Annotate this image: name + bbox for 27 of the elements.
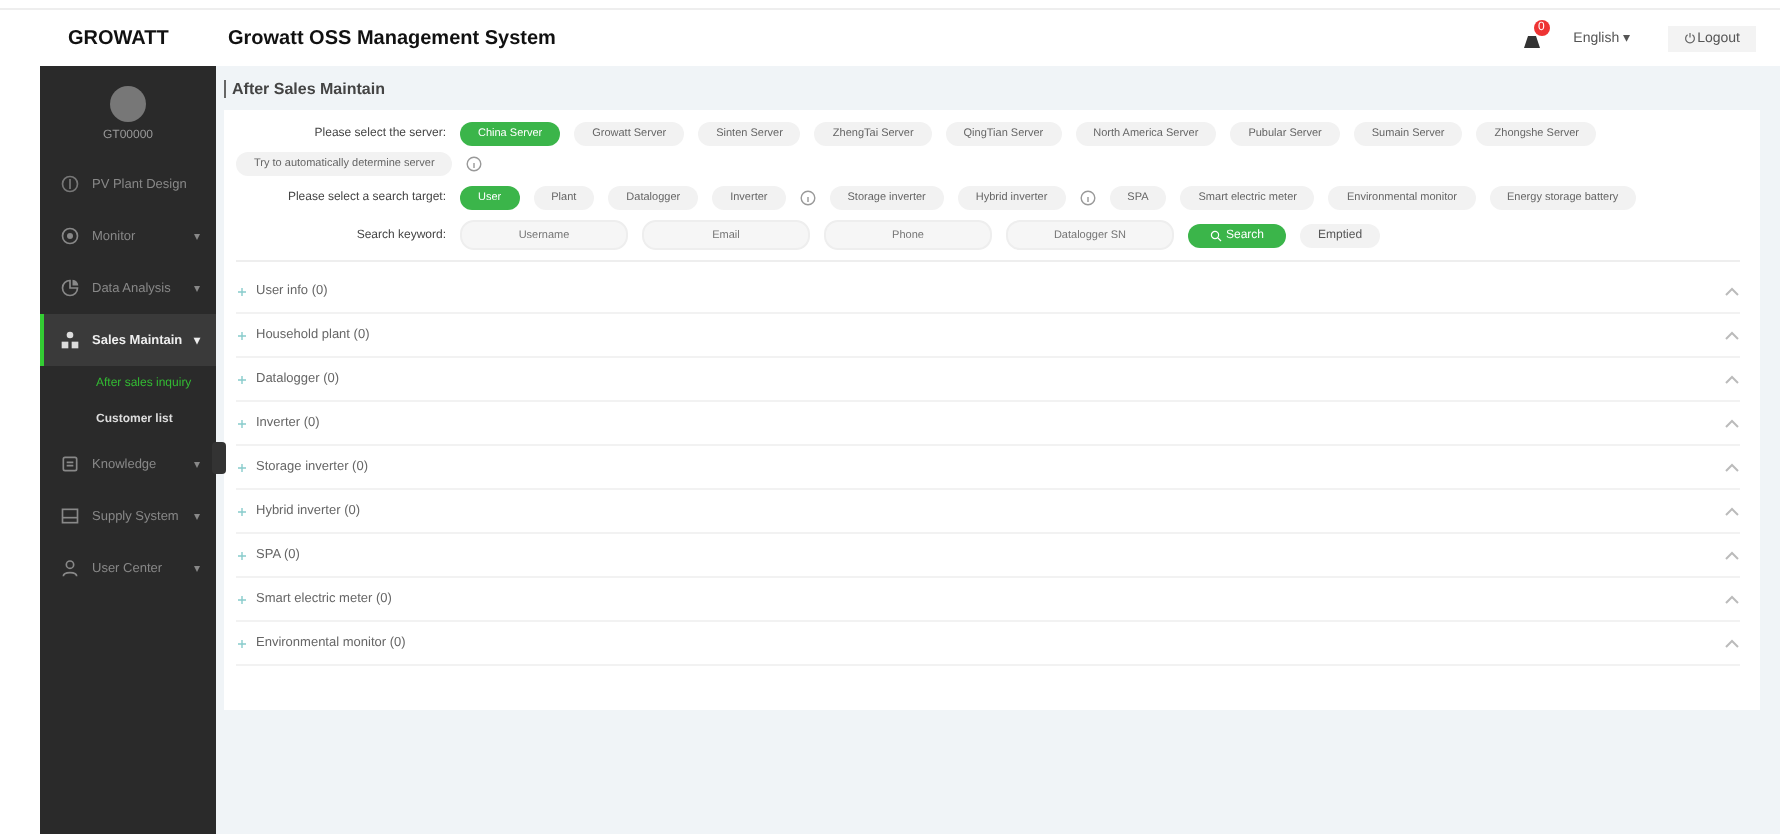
- chevron-icon: [1724, 285, 1740, 297]
- target-icon: [60, 226, 80, 246]
- chevron-icon: [1724, 505, 1740, 517]
- document-icon: [60, 454, 80, 474]
- avatar-icon: [110, 86, 146, 122]
- tray-icon: [60, 506, 80, 526]
- chevron-icon: [1724, 417, 1740, 429]
- chevron-icon: [1724, 373, 1740, 385]
- info-icon[interactable]: [1079, 190, 1096, 206]
- info-icon[interactable]: [799, 190, 816, 206]
- collapse-handle[interactable]: [212, 442, 226, 474]
- chevron-icon: [1724, 461, 1740, 473]
- power-icon: [1683, 32, 1696, 44]
- page-title: After Sales Maintain: [224, 80, 385, 98]
- chevron-icon: [1724, 637, 1740, 649]
- pie-chart-icon: [60, 278, 80, 298]
- user-icon: [60, 558, 80, 578]
- circle-icon: [60, 174, 80, 194]
- shapes-icon: [60, 330, 80, 350]
- logo-text: GROWATT: [68, 27, 171, 49]
- chevron-icon: [1724, 593, 1740, 605]
- info-icon[interactable]: [466, 156, 483, 172]
- chevron-icon: [1724, 329, 1740, 341]
- chevron-icon: [1724, 549, 1740, 561]
- search-icon: [1210, 229, 1222, 241]
- app-title: Growatt OSS Management System: [228, 27, 558, 49]
- bell-icon[interactable]: [1521, 30, 1542, 50]
